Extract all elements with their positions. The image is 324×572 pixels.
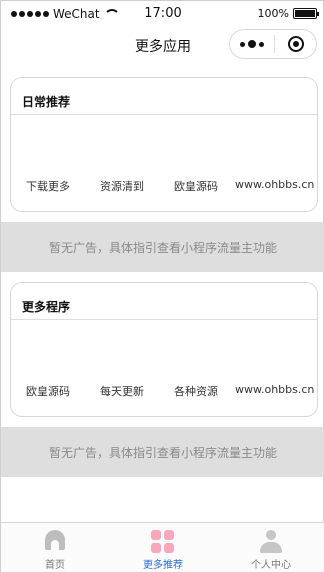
app-item[interactable]: 每天更新	[85, 383, 159, 399]
close-miniprogram-button[interactable]	[275, 30, 316, 58]
battery-percent: 100%	[257, 7, 289, 20]
app-item[interactable]: 下载更多	[11, 178, 85, 194]
section-title: 更多程序	[11, 283, 317, 320]
more-menu-button[interactable]	[230, 30, 274, 58]
app-item[interactable]: 欧皇源码	[159, 178, 233, 194]
phone-frame: WeChat 17:00 100% 更多应用 日常推荐 下载更多 资源清到 欧皇…	[0, 0, 324, 572]
more-dots-icon	[240, 41, 245, 47]
tab-label: 首页	[45, 560, 65, 571]
app-item[interactable]: 各种资源	[159, 383, 233, 399]
target-icon	[287, 36, 304, 52]
ad-banner: 暂无广告，具体指引查看小程序流量主功能	[1, 222, 324, 272]
miniprogram-capsule	[229, 29, 317, 59]
tab-label: 更多推荐	[143, 560, 183, 571]
status-bar: WeChat 17:00 100%	[1, 1, 324, 29]
battery-icon	[293, 8, 319, 19]
tab-bar: 首页 更多推荐 个人中心	[1, 522, 324, 572]
user-icon	[259, 530, 283, 553]
home-icon	[43, 530, 67, 553]
tab-home[interactable]: 首页	[1, 523, 109, 572]
app-item[interactable]: www.ohbbs.cn	[233, 178, 319, 194]
status-right: 100%	[257, 7, 319, 20]
section-title: 日常推荐	[11, 78, 317, 115]
section-card-daily: 日常推荐 下载更多 资源清到 欧皇源码 www.ohbbs.cn	[10, 77, 318, 212]
app-item[interactable]: 资源清到	[85, 178, 159, 194]
app-list: 欧皇源码 每天更新 各种资源 www.ohbbs.cn	[11, 383, 319, 399]
app-item[interactable]: 欧皇源码	[11, 383, 85, 399]
ad-banner: 暂无广告，具体指引查看小程序流量主功能	[1, 427, 324, 477]
tab-label: 个人中心	[251, 560, 291, 571]
navigation-bar: 更多应用	[1, 29, 324, 61]
tab-profile[interactable]: 个人中心	[217, 523, 324, 572]
tab-more-recommend[interactable]: 更多推荐	[109, 523, 217, 572]
section-card-more: 更多程序 欧皇源码 每天更新 各种资源 www.ohbbs.cn	[10, 282, 318, 417]
grid-icon	[151, 530, 175, 553]
app-item[interactable]: www.ohbbs.cn	[233, 383, 319, 399]
app-list: 下载更多 资源清到 欧皇源码 www.ohbbs.cn	[11, 178, 319, 194]
